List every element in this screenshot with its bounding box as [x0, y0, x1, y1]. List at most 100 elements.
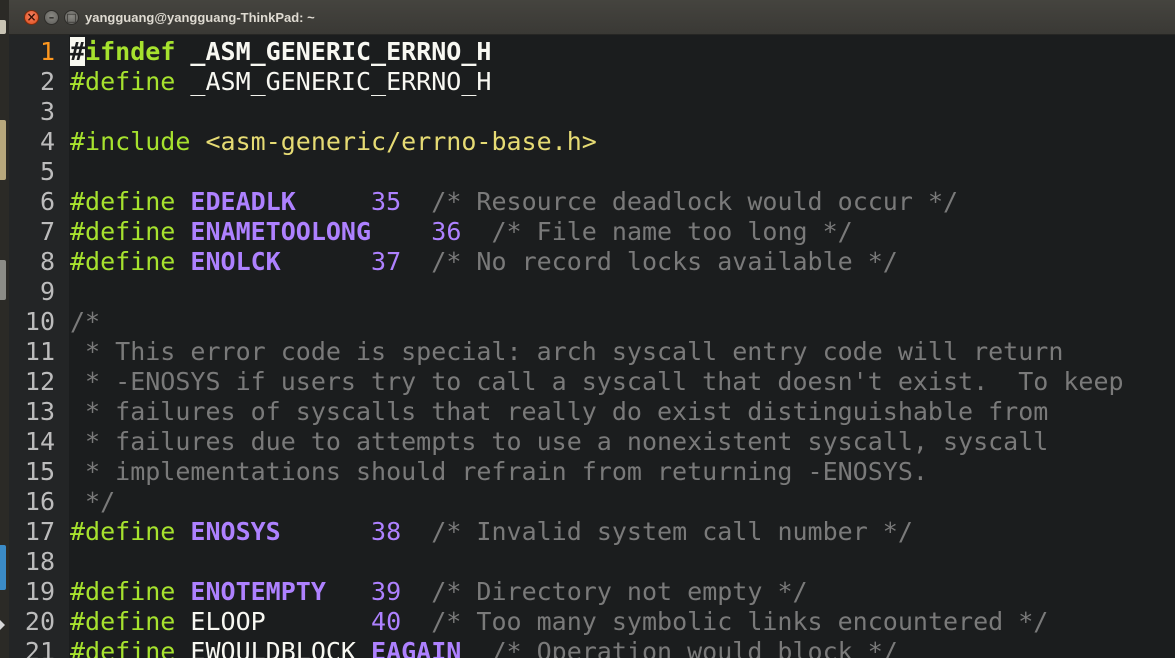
code-line[interactable]: 5	[9, 157, 1175, 187]
code-token: * implementations should refrain from re…	[70, 457, 928, 486]
code-text: #define ENAMETOOLONG 36 /* File name too…	[70, 217, 853, 247]
code-token: * failures due to attempts to use a none…	[70, 427, 1049, 456]
line-number: 3	[39, 97, 55, 126]
code-token: /* Directory not empty */	[431, 577, 808, 606]
code-line[interactable]: 21 #define EWOULDBLOCK EAGAIN /* Operatio…	[9, 637, 1175, 658]
code-line[interactable]: 9	[9, 277, 1175, 307]
line-number: 19	[24, 577, 55, 606]
line-number: 13	[24, 397, 55, 426]
code-token: EDEADLK	[190, 187, 296, 216]
code-token: EWOULDBLOCK	[175, 637, 372, 658]
code-text: #define EWOULDBLOCK EAGAIN /* Operation …	[70, 637, 898, 658]
code-token: ENAMETOOLONG	[190, 217, 372, 246]
code-line[interactable]: 18	[9, 547, 1175, 577]
code-text: * implementations should refrain from re…	[70, 457, 928, 487]
code-line[interactable]: 4 #include <asm-generic/errno-base.h>	[9, 127, 1175, 157]
code-line[interactable]: 6 #define EDEADLK 35 /* Resource deadlock…	[9, 187, 1175, 217]
code-line[interactable]: 14 * failures due to attempts to use a n…	[9, 427, 1175, 457]
code-line[interactable]: 3	[9, 97, 1175, 127]
code-line[interactable]: 11 * This error code is special: arch sy…	[9, 337, 1175, 367]
code-text: #ifndef _ASM_GENERIC_ERRNO_H	[70, 37, 491, 67]
launcher-item[interactable]	[0, 20, 6, 34]
code-token: <asm-generic/errno-base.h>	[205, 127, 597, 156]
code-token: * failures of syscalls that really do ex…	[70, 397, 1049, 426]
code-token: #define	[70, 67, 176, 96]
code-text: /*	[70, 307, 100, 337]
code-line[interactable]: 7 #define ENAMETOOLONG 36 /* File name to…	[9, 217, 1175, 247]
code-token: _ASM_GENERIC_ERRNO_H	[175, 37, 492, 66]
vim-editor[interactable]: 1 #ifndef _ASM_GENERIC_ERRNO_H 2 #define _A…	[9, 35, 1175, 658]
code-line[interactable]: 17 #define ENOSYS 38 /* Invalid system ca…	[9, 517, 1175, 547]
code-token: /* No record locks available */	[431, 247, 898, 276]
line-number: 9	[39, 277, 55, 306]
code-token: * This error code is special: arch sysca…	[70, 337, 1064, 366]
window-titlebar[interactable]: × – □ yangguang@yangguang-ThinkPad: ~	[9, 0, 1175, 35]
code-token: /*	[70, 307, 101, 336]
line-number: 18	[24, 547, 55, 576]
launcher-item[interactable]	[0, 260, 6, 300]
line-number: 15	[24, 457, 55, 486]
code-text: #include <asm-generic/errno-base.h>	[70, 127, 597, 157]
code-text: #define ELOOP 40 /* Too many symbolic li…	[70, 607, 1048, 637]
line-number: 4	[39, 127, 55, 156]
code-line[interactable]: 2 #define _ASM_GENERIC_ERRNO_H	[9, 67, 1175, 97]
code-line[interactable]: 12 * -ENOSYS if users try to call a sysc…	[9, 367, 1175, 397]
code-text: * failures due to attempts to use a none…	[70, 427, 1048, 457]
code-line[interactable]: 16 */	[9, 487, 1175, 517]
code-token: 35	[371, 187, 402, 216]
code-token: #define	[70, 517, 176, 546]
launcher-item[interactable]	[0, 120, 6, 180]
code-token: /* Resource deadlock would occur */	[431, 187, 959, 216]
code-token: #define	[70, 247, 176, 276]
code-line[interactable]: 20 #define ELOOP 40 /* Too many symbolic …	[9, 607, 1175, 637]
code-token: ENOSYS	[190, 517, 281, 546]
code-line[interactable]: 15 * implementations should refrain from…	[9, 457, 1175, 487]
line-number: 16	[24, 487, 55, 516]
line-number: 2	[39, 67, 55, 96]
code-line[interactable]: 19 #define ENOTEMPTY 39 /* Directory not …	[9, 577, 1175, 607]
code-text: */	[70, 487, 115, 517]
close-button[interactable]: ×	[24, 10, 39, 25]
code-token: /* File name too long */	[491, 217, 853, 246]
code-text: #define ENOLCK 37 /* No record locks ava…	[70, 247, 898, 277]
launcher-item[interactable]	[0, 545, 6, 590]
code-token: 38	[371, 517, 402, 546]
code-token: /* Too many symbolic links encountered *…	[431, 607, 1049, 636]
code-line[interactable]: 8 #define ENOLCK 37 /* No record locks av…	[9, 247, 1175, 277]
line-number: 17	[24, 517, 55, 546]
code-token: 36	[431, 217, 462, 246]
line-number: 14	[24, 427, 55, 456]
minimize-button[interactable]: –	[44, 10, 59, 25]
code-token: /* Operation would block */	[491, 637, 898, 658]
code-text: * -ENOSYS if users try to call a syscall…	[70, 367, 1124, 397]
code-token: 40	[371, 607, 402, 636]
line-number: 12	[24, 367, 55, 396]
code-token: #define	[70, 187, 176, 216]
code-token: */	[70, 487, 116, 516]
line-number: 8	[39, 247, 55, 276]
code-token: EAGAIN	[371, 637, 462, 658]
code-token: #define	[70, 577, 176, 606]
code-line[interactable]: 13 * failures of syscalls that really do…	[9, 397, 1175, 427]
text-cursor: #	[70, 37, 86, 66]
line-number: 7	[39, 217, 55, 246]
maximize-button[interactable]: □	[64, 10, 79, 25]
code-token: /* Invalid system call number */	[431, 517, 913, 546]
code-token: ifndef	[85, 37, 176, 66]
line-number: 10	[24, 307, 55, 336]
code-line[interactable]: 10 /*	[9, 307, 1175, 337]
code-line[interactable]: 1 #ifndef _ASM_GENERIC_ERRNO_H	[9, 37, 1175, 67]
